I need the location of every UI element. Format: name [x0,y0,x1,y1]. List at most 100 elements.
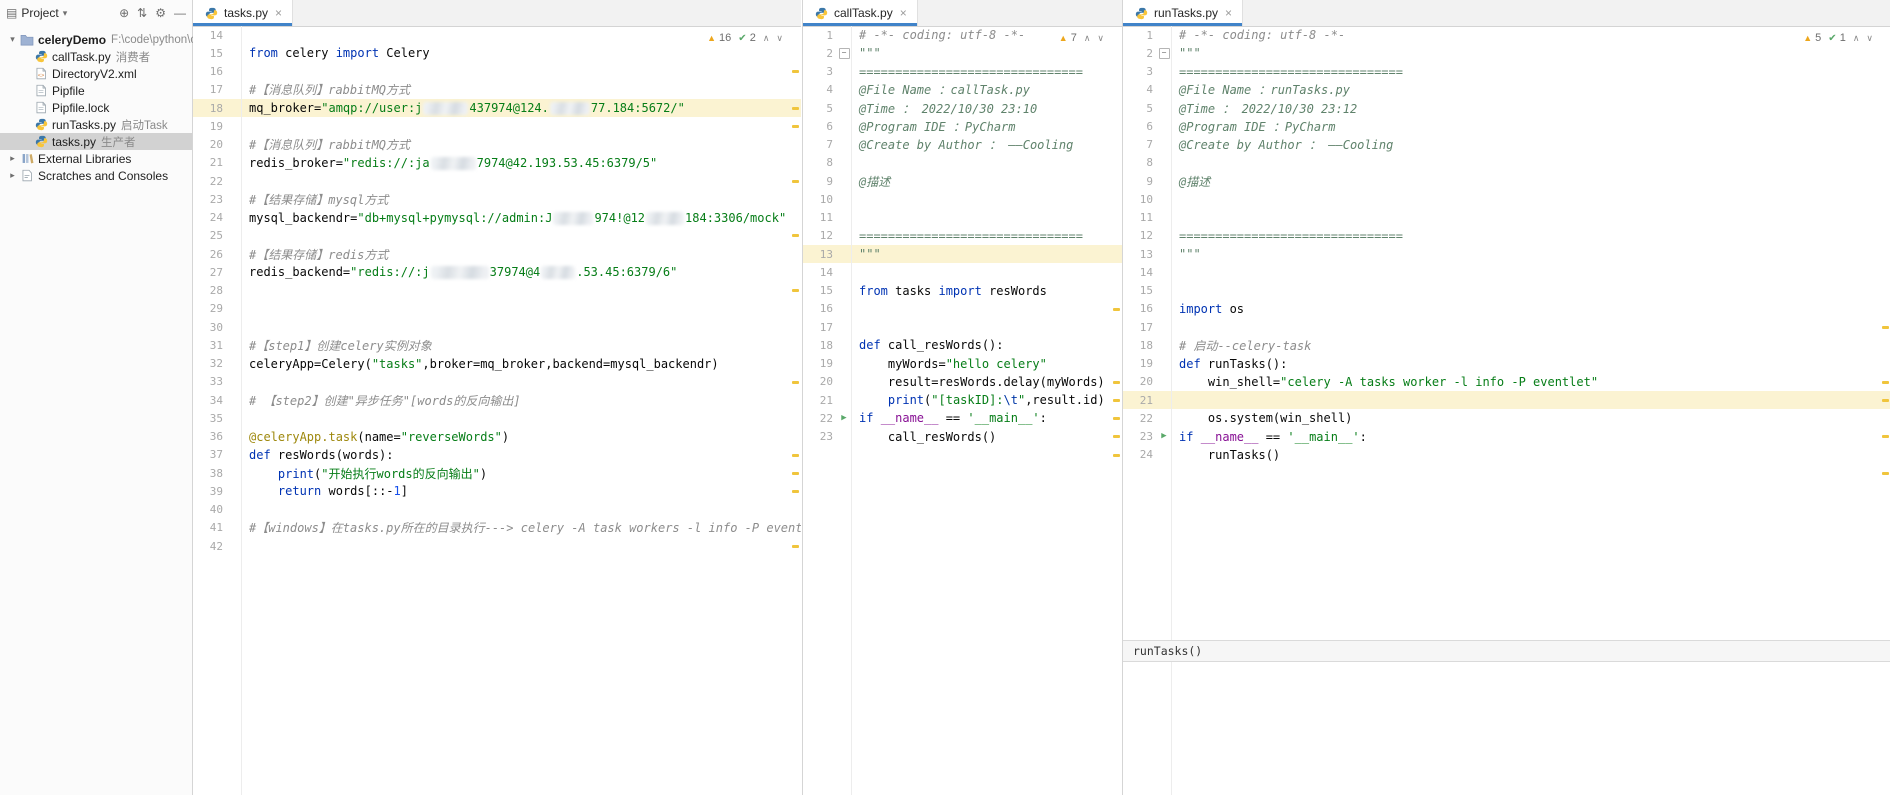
code-line[interactable]: 23 #【结果存储】mysql方式 [193,190,801,208]
code-line[interactable]: 24 mysql_backendr="db+mysql+pymysql://adm… [193,209,801,227]
code-line[interactable]: 24 runTasks() [1123,446,1890,464]
breadcrumb[interactable]: runTasks() [1123,640,1890,662]
code-line[interactable]: 7 @Create by Author ： ——Cooling [1123,136,1890,154]
project-tool-icon[interactable]: ▤ [6,6,17,20]
editor-body[interactable]: 14 15 from celery import Celery 16 17 #【消息队列】… [193,26,801,795]
line-number: 32 [209,357,223,371]
run-icon[interactable]: ▶ [1161,432,1166,441]
close-icon[interactable]: × [900,6,907,20]
code-line[interactable]: 25 [193,227,801,245]
tab-tasks-py[interactable]: tasks.py × [193,0,294,26]
inspection-widget[interactable]: ▲ 16 ✔ 2 ∧ ∨ [707,32,783,44]
locate-file-icon[interactable]: ⊕ [119,6,129,20]
fold-icon[interactable]: − [838,47,850,59]
code-line[interactable]: 17 #【消息队列】rabbitMQ方式 [193,81,801,99]
code-line[interactable]: 37 def resWords(words): [193,446,801,464]
tree-item-calltask-py[interactable]: callTask.py 消费者 [0,48,192,65]
tab-runtasks-py[interactable]: runTasks.py × [1123,0,1244,26]
dropdown-arrow-icon[interactable]: ▾ [63,8,68,19]
code-line[interactable]: 19 [193,117,801,135]
collapsed-arrow-icon[interactable]: ▸ [6,153,19,164]
code-line[interactable]: 41 #【windows】在tasks.py所在的目录执行---> celery … [193,519,801,537]
prev-issue-icon[interactable]: ∧ [1853,33,1860,44]
code-line[interactable]: 34 # 【step2】创建"异步任务"[words的反向输出] [193,391,801,409]
code-line[interactable]: 20 #【消息队列】rabbitMQ方式 [193,136,801,154]
code-line[interactable]: 1 # -*- coding: utf-8 -*- [1123,26,1890,44]
code-line[interactable]: 10 [1123,190,1890,208]
code-line[interactable]: 4 @File Name ：runTasks.py [1123,81,1890,99]
code-line[interactable]: 38 print("开始执行words的反向输出") [193,464,801,482]
close-icon[interactable]: × [1225,6,1232,20]
code-line[interactable]: 26 #【结果存储】redis方式 [193,245,801,263]
code-line[interactable]: 40 [193,501,801,519]
tree-item-celerydemo[interactable]: ▾ celeryDemo F:\code\python\ce [0,31,202,48]
code-line[interactable]: 18 # 启动--celery-task [1123,336,1890,354]
code-line[interactable]: 36 @celeryApp.task(name="reverseWords") [193,428,801,446]
code-line[interactable]: 16 import os [1123,300,1890,318]
code-line[interactable]: 29 [193,300,801,318]
code-line[interactable]: 14 [1123,263,1890,281]
code-line[interactable]: 22 [193,172,801,190]
collapse-all-icon[interactable]: ⇅ [137,6,147,20]
tree-item-tasks-py[interactable]: tasks.py 生产者 [0,133,192,150]
code-line[interactable]: 23 ▶ if __name__ == '__main__': [1123,428,1890,446]
editor-body[interactable]: 1 # -*- coding: utf-8 -*- 2− """ 3 ==========… [803,26,1122,795]
next-issue-icon[interactable]: ∨ [1097,33,1104,44]
code-line[interactable]: 18 mq_broker="amqp://user:j 437974@124. 77.… [193,99,801,118]
tree-item-runtasks-py[interactable]: runTasks.py 启动Task [0,116,192,133]
prev-issue-icon[interactable]: ∧ [1084,33,1091,44]
code-line[interactable]: 21 redis_broker="redis://:ja 7974@42.193.5… [193,154,801,172]
code-line[interactable]: 11 [1123,209,1890,227]
tree-item-pipfile[interactable]: Pipfile [0,82,192,99]
code-line[interactable]: 9 @描述 [1123,172,1890,190]
code-line[interactable]: 33 [193,373,801,391]
code-line[interactable]: 20 win_shell="celery -A tasks worker -l … [1123,373,1890,391]
settings-icon[interactable]: ⚙ [155,6,166,20]
code-line[interactable]: 31 #【step1】创建celery实例对象 [193,336,801,354]
code-line[interactable]: 16 [193,63,801,81]
next-issue-icon[interactable]: ∨ [776,33,783,44]
code-line[interactable]: 27 redis_backend="redis://:j 37974@4.53.45… [193,263,801,281]
code-line[interactable]: 5 @Time ： 2022/10/30 23:12 [1123,99,1890,117]
code-line[interactable]: 32 celeryApp=Celery("tasks",broker=mq_bro… [193,355,801,373]
close-icon[interactable]: × [275,6,282,20]
tab-bar: runTasks.py × [1123,0,1890,27]
run-icon[interactable]: ▶ [841,413,846,423]
code-line[interactable]: 15 [1123,282,1890,300]
code-line[interactable]: 21 [1123,391,1890,410]
code-line[interactable]: 13 """ [1123,245,1890,263]
code-line[interactable]: 2− """ [1123,44,1890,62]
code-line[interactable]: 22 os.system(win_shell) [1123,409,1890,427]
scrollbar[interactable] [789,52,801,795]
inspection-widget[interactable]: ▲ 5 ✔ 1 ∧ ∨ [1803,32,1873,44]
expanded-arrow-icon[interactable]: ▾ [6,34,19,45]
fold-icon[interactable]: − [1158,47,1170,59]
code-line[interactable]: 28 [193,282,801,300]
scrollbar[interactable] [1110,52,1122,795]
code-line[interactable]: 39 return words[::-1] [193,482,801,500]
inspection-widget[interactable]: ▲7 ✔ ∧ ∨ [1059,32,1104,44]
code-line[interactable]: 17 [1123,318,1890,336]
hide-panel-icon[interactable]: — [174,6,186,20]
code-line[interactable]: 8 [1123,154,1890,172]
code-line[interactable]: 12 =============================== [1123,227,1890,245]
editor-body[interactable]: 1 # -*- coding: utf-8 -*- 2− """ 3 ==========… [1123,26,1890,795]
code-line[interactable]: 15 from celery import Celery [193,44,801,62]
code-line[interactable]: 42 [193,537,801,555]
prev-issue-icon[interactable]: ∧ [763,33,770,44]
tree-item-pipfile-lock[interactable]: Pipfile.lock [0,99,192,116]
collapsed-arrow-icon[interactable]: ▸ [6,170,19,181]
code-line[interactable]: 19 def runTasks(): [1123,355,1890,373]
code-line[interactable]: 30 [193,318,801,336]
tab-calltask-py[interactable]: callTask.py × [803,0,918,26]
code-line[interactable]: 35 [193,409,801,427]
tree-item-directoryv2-xml[interactable]: <> DirectoryV2.xml [0,65,192,82]
code-line[interactable]: 3 =============================== [1123,63,1890,81]
tree-item-scratches[interactable]: ▸ Scratches and Consoles [0,167,192,184]
tree-item-external-libraries[interactable]: ▸ External Libraries [0,150,192,167]
project-panel-title[interactable]: Project [21,6,58,20]
code-line[interactable]: 6 @Program IDE ：PyCharm [1123,117,1890,135]
scrollbar[interactable] [1879,52,1890,795]
next-issue-icon[interactable]: ∨ [1866,33,1873,44]
breadcrumb-item[interactable]: runTasks() [1133,644,1202,658]
